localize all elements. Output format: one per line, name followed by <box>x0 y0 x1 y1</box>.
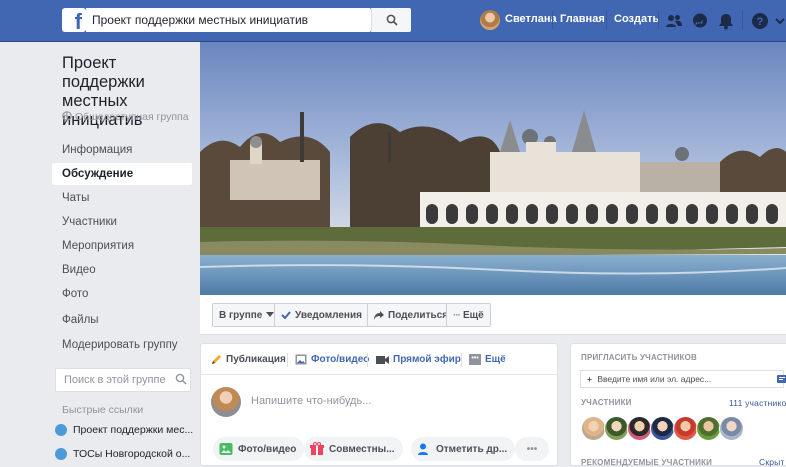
members-count-link[interactable]: 111 участнико <box>729 398 786 408</box>
member-avatar[interactable] <box>696 416 721 441</box>
member-avatar[interactable] <box>581 416 606 441</box>
home-link[interactable]: Главная <box>560 13 605 25</box>
member-avatar[interactable] <box>627 416 652 441</box>
divider <box>367 353 368 367</box>
group-privacy-text: Общедоступная группа <box>74 111 189 123</box>
photo-icon <box>295 354 307 365</box>
user-avatar[interactable] <box>480 10 500 30</box>
tab-live-video-label: Прямой эфир <box>393 354 461 365</box>
sidebar-item-discussion[interactable]: Обсуждение <box>52 163 192 185</box>
sidebar-item-photos[interactable]: Фото <box>52 283 192 305</box>
messenger-icon[interactable] <box>690 11 710 31</box>
cover-photo-image <box>200 42 786 295</box>
tab-photo-video[interactable]: Фото/видео <box>295 354 369 365</box>
more-options-button[interactable]: ••• <box>515 437 549 461</box>
search-button[interactable] <box>371 8 411 32</box>
divider <box>287 353 288 367</box>
more-button[interactable]: ··· Ещё <box>446 303 491 327</box>
globe-icon <box>62 111 72 121</box>
svg-text:?: ? <box>757 16 764 28</box>
notifications-bell-icon[interactable] <box>716 11 736 31</box>
search-icon <box>386 14 398 26</box>
more-options-label: ••• <box>526 443 538 455</box>
quick-link-label[interactable]: ТОСы Новгородской о... <box>73 448 190 460</box>
help-icon[interactable]: ? <box>750 11 770 31</box>
account-menu-chevron-icon[interactable] <box>774 11 786 31</box>
search-input[interactable]: Проект поддержки местных инициатив <box>86 8 371 32</box>
joined-group-label: В группе <box>219 309 263 321</box>
tag-friends-button[interactable]: Отметить др... <box>411 437 516 461</box>
quick-link-label[interactable]: Проект поддержки мес... <box>73 424 193 436</box>
tab-publication[interactable]: Публикация <box>211 354 286 365</box>
share-button[interactable]: Поделиться <box>367 303 456 327</box>
profile-link[interactable]: Светлана <box>505 13 557 25</box>
contacts-card-icon[interactable] <box>777 374 786 384</box>
top-navigation-bar: f Проект поддержки местных инициатив Све… <box>0 0 786 42</box>
sidebar-item-chats[interactable]: Чаты <box>52 187 192 209</box>
composer-input[interactable]: Напишите что-нибудь... <box>251 395 371 407</box>
group-icon <box>55 424 67 436</box>
collaborative-button[interactable]: Совместны... <box>304 437 403 461</box>
create-link[interactable]: Создать <box>614 13 659 25</box>
divider <box>658 11 659 29</box>
search-icon[interactable] <box>175 373 187 385</box>
sidebar-item-events[interactable]: Мероприятия <box>52 235 192 257</box>
sidebar-item-files[interactable]: Файлы <box>52 309 192 331</box>
tab-more[interactable]: ••• Ещё <box>469 354 506 365</box>
joined-group-button[interactable]: В группе <box>212 303 282 327</box>
checkmark-icon <box>281 311 291 319</box>
notifications-button[interactable]: Уведомления <box>274 303 369 327</box>
tab-photo-video-label: Фото/видео <box>311 354 370 365</box>
sidebar-item-videos[interactable]: Видео <box>52 259 192 281</box>
quick-link-item[interactable]: ТОСы Новгородской о... <box>55 445 190 463</box>
divider <box>461 353 462 367</box>
group-icon <box>55 448 67 460</box>
facebook-logo-icon[interactable]: f <box>62 8 86 32</box>
photo-video-icon <box>219 443 233 455</box>
invite-member-input[interactable]: + Введите имя или эл. адрес... <box>580 370 784 388</box>
collaborative-label: Совместны... <box>329 443 395 455</box>
member-avatar[interactable] <box>604 416 629 441</box>
divider <box>742 11 743 29</box>
add-photo-video-label: Фото/видео <box>238 443 297 455</box>
sidebar-item-moderate[interactable]: Модерировать группу <box>52 334 192 356</box>
right-sidebar-card: ПРИГЛАСИТЬ УЧАСТНИКОВ + Введите имя или … <box>570 343 786 467</box>
pencil-icon <box>212 355 221 364</box>
divider <box>552 11 553 29</box>
notifications-label: Уведомления <box>295 309 362 321</box>
invite-members-title: ПРИГЛАСИТЬ УЧАСТНИКОВ <box>581 353 698 362</box>
quick-link-item[interactable]: Проект поддержки мес... <box>55 421 193 439</box>
tab-live-video[interactable]: Прямой эфир <box>376 354 461 365</box>
member-avatar[interactable] <box>650 416 675 441</box>
share-label: Поделиться <box>388 309 449 321</box>
share-arrow-icon <box>374 310 384 320</box>
plus-icon: + <box>587 374 592 384</box>
composer-avatar <box>211 387 241 417</box>
live-video-icon <box>376 355 389 364</box>
group-action-bar: В группе Уведомления Поделиться ··· Ещё <box>200 295 786 335</box>
group-search-input[interactable]: Поиск в этой группе <box>55 368 191 392</box>
invite-member-placeholder: Введите имя или эл. адрес... <box>597 374 712 384</box>
cover-photo[interactable] <box>200 42 786 295</box>
tag-people-icon <box>418 443 428 455</box>
member-avatar[interactable] <box>719 416 744 441</box>
group-privacy-label: Общедоступная группа <box>62 111 189 123</box>
more-label: Ещё <box>463 309 484 321</box>
add-photo-video-button[interactable]: Фото/видео <box>213 437 305 461</box>
friend-requests-icon[interactable] <box>664 11 684 31</box>
gift-box-icon <box>310 442 324 455</box>
sidebar-item-about[interactable]: Информация <box>52 139 192 161</box>
tab-more-label: Ещё <box>485 354 506 365</box>
more-dots-icon: ··· <box>453 309 461 321</box>
post-composer: Публикация Фото/видео Прямой эфир ••• Ещ… <box>200 343 558 466</box>
members-title: УЧАСТНИКИ <box>581 398 632 407</box>
sidebar-item-members[interactable]: Участники <box>52 211 192 233</box>
tab-publication-label: Публикация <box>226 354 286 365</box>
member-avatar[interactable] <box>673 416 698 441</box>
quick-links-title: Быстрые ссылки <box>62 404 144 416</box>
divider <box>201 374 557 375</box>
tag-friends-label: Отметить др... <box>436 443 508 455</box>
more-icon: ••• <box>469 354 481 365</box>
divider <box>606 11 607 29</box>
